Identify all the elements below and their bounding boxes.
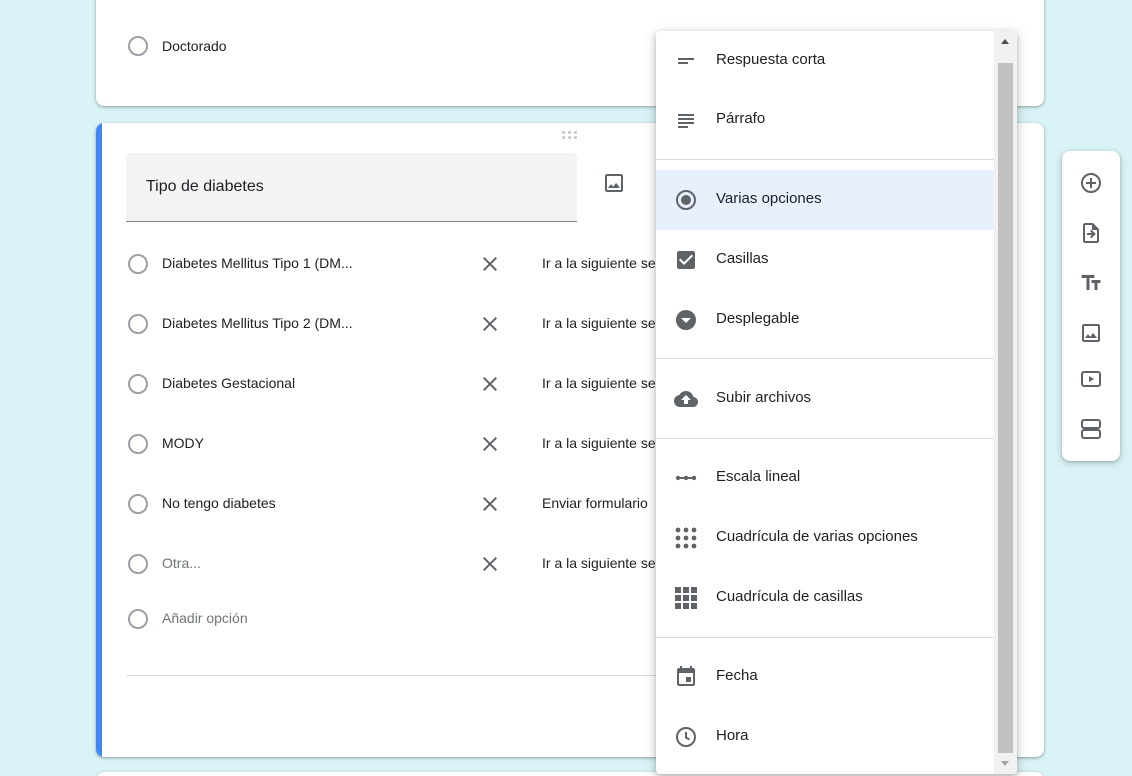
option-label[interactable]: Diabetes Mellitus Tipo 2 (DM... — [162, 315, 353, 331]
question-toolbar — [1062, 151, 1120, 461]
checkbox-grid-icon — [675, 587, 697, 609]
add-image-icon[interactable] — [1079, 321, 1103, 345]
paragraph-icon — [678, 114, 694, 128]
close-icon[interactable] — [478, 312, 502, 336]
section-navigation[interactable]: Ir a la siguiente sección — [542, 315, 658, 331]
scrollbar-thumb[interactable] — [998, 63, 1013, 753]
add-question-icon[interactable] — [1079, 171, 1103, 195]
menu-item-file-upload[interactable]: Subir archivos — [656, 369, 994, 429]
menu-item-date[interactable]: Fecha — [656, 647, 994, 707]
calendar-icon — [677, 666, 695, 686]
menu-item-label: Hora — [716, 727, 749, 744]
menu-item-label: Subir archivos — [716, 389, 812, 406]
menu-item-label: Varias opciones — [716, 190, 822, 207]
section-navigation[interactable]: Enviar formulario — [542, 495, 658, 511]
active-card-indicator — [96, 123, 102, 757]
menu-item-time[interactable]: Hora — [656, 707, 994, 767]
option-label[interactable]: No tengo diabetes — [162, 495, 276, 511]
menu-scrollbar[interactable] — [994, 31, 1017, 774]
radio-button[interactable] — [128, 374, 148, 394]
radio-button[interactable] — [128, 314, 148, 334]
option-label[interactable]: MODY — [162, 435, 204, 451]
checkbox-icon — [677, 251, 695, 269]
short-answer-icon — [678, 58, 694, 64]
multiple-choice-grid-icon — [675, 527, 697, 549]
menu-item-label: Escala lineal — [716, 468, 801, 485]
add-option-button[interactable]: Añadir opción — [162, 610, 248, 626]
menu-item-multiple-choice-grid[interactable]: Cuadrícula de varias opciones — [656, 508, 994, 568]
drag-handle-icon[interactable] — [562, 131, 580, 141]
add-video-icon[interactable] — [1079, 367, 1103, 391]
add-section-icon[interactable] — [1079, 417, 1103, 441]
menu-divider — [656, 438, 994, 439]
question-title: Tipo de diabetes — [146, 178, 264, 195]
option-label[interactable]: Diabetes Gestacional — [162, 375, 295, 391]
option-label[interactable]: Diabetes Mellitus Tipo 1 (DM... — [162, 255, 353, 271]
section-navigation[interactable]: Ir a la siguiente sección — [542, 375, 658, 391]
menu-item-multiple-choice[interactable]: Varias opciones — [656, 170, 994, 230]
add-image-icon[interactable] — [602, 171, 626, 195]
menu-item-label: Párrafo — [716, 110, 766, 127]
section-navigation[interactable]: Ir a la siguiente sección — [542, 255, 658, 271]
add-title-icon[interactable] — [1079, 271, 1103, 295]
question-title-field[interactable]: Tipo de diabetes — [126, 153, 577, 222]
menu-item-dropdown[interactable]: Desplegable — [656, 290, 994, 350]
radio-icon — [676, 190, 696, 210]
close-icon[interactable] — [478, 372, 502, 396]
menu-item-label: Desplegable — [716, 310, 800, 327]
menu-divider — [656, 358, 994, 359]
scroll-down-arrow-icon[interactable] — [1001, 761, 1009, 766]
section-navigation[interactable]: Ir a la siguiente sección — [542, 435, 658, 451]
menu-item-label: Cuadrícula de casillas — [716, 588, 863, 605]
option-label[interactable]: Doctorado — [162, 38, 227, 54]
scroll-up-arrow-icon[interactable] — [1001, 39, 1009, 44]
clock-icon — [676, 727, 696, 747]
menu-item-label: Fecha — [716, 667, 758, 684]
radio-button[interactable] — [128, 254, 148, 274]
close-icon[interactable] — [478, 492, 502, 516]
menu-item-checkboxes[interactable]: Casillas — [656, 230, 994, 290]
question-type-menu: Respuesta corta Párrafo Varias opciones … — [656, 31, 1017, 774]
menu-item-label: Casillas — [716, 250, 769, 267]
close-icon[interactable] — [478, 552, 502, 576]
radio-button[interactable] — [128, 36, 148, 56]
menu-item-label: Respuesta corta — [716, 51, 826, 68]
linear-scale-icon — [675, 475, 697, 481]
radio-button[interactable] — [128, 554, 148, 574]
menu-divider — [656, 159, 994, 160]
menu-item-linear-scale[interactable]: Escala lineal — [656, 448, 994, 508]
radio-button[interactable] — [128, 494, 148, 514]
menu-item-paragraph[interactable]: Párrafo — [656, 90, 994, 150]
cloud-upload-icon — [674, 391, 698, 407]
menu-item-checkbox-grid[interactable]: Cuadrícula de casillas — [656, 568, 994, 628]
menu-item-short-answer[interactable]: Respuesta corta — [656, 31, 994, 91]
import-questions-icon[interactable] — [1079, 221, 1103, 245]
menu-divider — [656, 637, 994, 638]
dropdown-icon — [676, 310, 696, 330]
radio-button — [128, 609, 148, 629]
menu-item-label: Cuadrícula de varias opciones — [716, 528, 918, 545]
close-icon[interactable] — [478, 432, 502, 456]
section-navigation[interactable]: Ir a la siguiente sección — [542, 555, 658, 571]
close-icon[interactable] — [478, 252, 502, 276]
option-label[interactable]: Otra... — [162, 555, 201, 571]
radio-button[interactable] — [128, 434, 148, 454]
divider — [126, 675, 666, 676]
